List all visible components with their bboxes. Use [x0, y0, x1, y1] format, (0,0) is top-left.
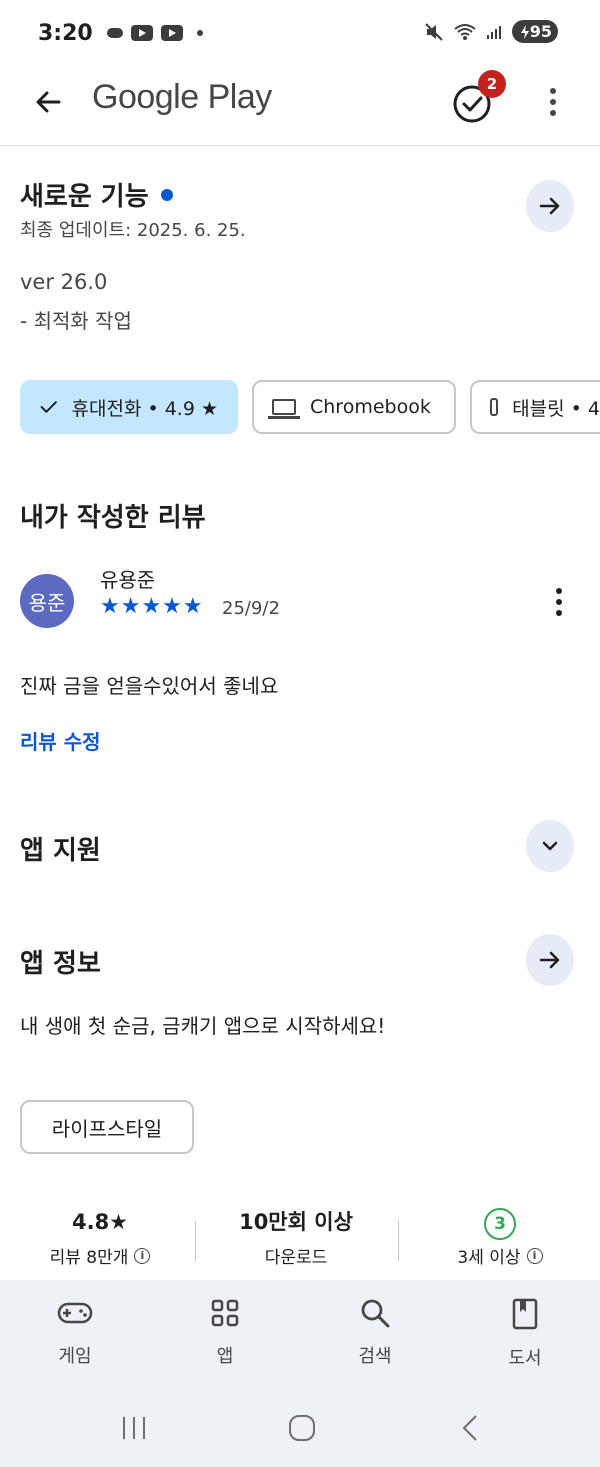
arrow-forward-icon	[539, 197, 560, 215]
app-bar: Google Play 2	[0, 66, 600, 146]
app-support-heading: 앱 지원	[20, 836, 101, 866]
review-date: 25/9/2	[222, 598, 280, 619]
review-text: 진짜 금을 얻을수있어서 좋네요	[20, 674, 279, 698]
chip-tablet-label: 태블릿 • 4	[512, 397, 600, 420]
age-badge-wrap: 3	[400, 1205, 600, 1240]
version-text: ver 26.0	[20, 270, 108, 294]
battery-indicator: 95	[511, 20, 558, 43]
more-vert-icon	[556, 588, 562, 594]
downloads-stat: 10만회 이상 다운로드	[196, 1205, 396, 1268]
chip-chromebook-label: Chromebook	[310, 396, 431, 418]
release-notes: - 최적화 작업	[20, 309, 132, 333]
app-info-arrow-button[interactable]	[526, 934, 574, 986]
stat-divider	[398, 1221, 399, 1261]
system-navigation-bar	[0, 1392, 600, 1467]
youtube-icon	[160, 25, 183, 41]
arrow-forward-icon	[539, 951, 560, 969]
age-rating-stat[interactable]: 3 3세 이상 i	[400, 1205, 600, 1268]
home-icon	[289, 1415, 315, 1441]
app-stats-row: 4.8★ 리뷰 8만개 i 10만회 이상 다운로드 3 3세 이상 i	[0, 1205, 600, 1275]
cloud-icon	[106, 28, 123, 38]
nav-apps-label: 앱	[216, 1346, 234, 1367]
system-back-button[interactable]	[450, 1410, 490, 1446]
chip-chromebook[interactable]: Chromebook	[252, 380, 456, 434]
star-rating: ★★★★★	[100, 594, 204, 619]
recent-apps-icon	[123, 1417, 145, 1439]
my-review-heading: 내가 작성한 리뷰	[20, 503, 206, 533]
book-icon	[512, 1298, 538, 1330]
nav-search[interactable]: 검색	[300, 1280, 450, 1392]
laptop-icon	[268, 399, 300, 419]
chevron-left-icon	[462, 1415, 477, 1441]
nav-search-label: 검색	[358, 1346, 392, 1367]
nav-books-label: 도서	[508, 1348, 542, 1369]
whats-new-heading: 새로운 기능	[20, 176, 173, 213]
chip-phone-label: 휴대전화 • 4.9 ★	[71, 397, 219, 420]
whats-new-title: 새로운 기능	[20, 182, 149, 212]
downloads-label: 다운로드	[264, 1248, 328, 1268]
mute-icon	[425, 22, 443, 41]
chevron-down-icon	[542, 841, 558, 851]
age-label-text: 3세 이상	[457, 1248, 521, 1268]
status-right: 95	[424, 20, 558, 43]
wifi-icon	[454, 23, 476, 40]
recent-apps-button[interactable]	[114, 1410, 154, 1446]
status-bar: 3:20 95	[0, 0, 600, 66]
age-label: 3세 이상 i	[400, 1243, 600, 1268]
device-filter-chips: 휴대전화 • 4.9 ★ Chromebook 태블릿 • 4	[20, 380, 600, 434]
review-more-button[interactable]	[546, 582, 572, 622]
nav-books[interactable]: 도서	[450, 1280, 600, 1392]
info-icon: i	[134, 1247, 151, 1264]
more-options-button[interactable]	[540, 80, 566, 124]
more-vert-icon	[550, 88, 556, 94]
youtube-icon	[130, 25, 153, 41]
last-updated: 최종 업데이트: 2025. 6. 25.	[20, 220, 246, 241]
rating-label: 리뷰 8만개 i	[0, 1243, 200, 1268]
status-time: 3:20	[38, 20, 93, 46]
bottom-navigation: 게임 앱 검색 도서	[0, 1280, 600, 1392]
nav-games-label: 게임	[58, 1346, 92, 1367]
home-button[interactable]	[282, 1410, 322, 1446]
battery-level: 95	[529, 22, 552, 41]
search-icon	[361, 1299, 390, 1328]
nav-games[interactable]: 게임	[0, 1280, 150, 1392]
check-icon	[40, 401, 57, 413]
new-indicator-dot	[160, 188, 173, 201]
age-rating-badge: 3	[484, 1208, 516, 1240]
notification-badge: 2	[478, 70, 506, 98]
app-info-heading: 앱 정보	[20, 949, 101, 979]
rating-stat[interactable]: 4.8★ 리뷰 8만개 i	[0, 1205, 200, 1268]
chip-phone[interactable]: 휴대전화 • 4.9 ★	[20, 380, 238, 434]
rating-label-text: 리뷰 8만개	[49, 1248, 129, 1268]
app-tagline: 내 생애 첫 순금, 금캐기 앱으로 시작하세요!	[20, 1014, 386, 1038]
edit-review-link[interactable]: 리뷰 수정	[20, 726, 101, 755]
page-title: Google Play	[92, 78, 272, 116]
apps-grid-icon	[211, 1299, 239, 1327]
chip-tablet[interactable]: 태블릿 • 4	[470, 380, 600, 434]
downloads-value: 10만회 이상	[239, 1210, 353, 1234]
category-chip[interactable]: 라이프스타일	[20, 1100, 194, 1154]
nav-apps[interactable]: 앱	[150, 1280, 300, 1392]
app-support-expand-button[interactable]	[526, 820, 574, 872]
reviewer-name: 유용준	[100, 568, 156, 592]
gamepad-icon	[57, 1302, 93, 1324]
rating-value: 4.8★	[0, 1205, 200, 1239]
back-button[interactable]	[26, 80, 70, 124]
arrow-back-icon	[36, 91, 61, 113]
notification-icons	[106, 25, 203, 41]
rating-value-text: 4.8★	[71, 1210, 129, 1234]
info-icon: i	[526, 1247, 543, 1264]
more-notifications-dot-icon	[196, 30, 203, 36]
tablet-icon	[490, 398, 499, 416]
signal-icon	[486, 25, 501, 39]
charging-icon	[520, 24, 529, 39]
avatar: 용준	[20, 574, 74, 628]
whats-new-arrow-button[interactable]	[526, 180, 574, 232]
